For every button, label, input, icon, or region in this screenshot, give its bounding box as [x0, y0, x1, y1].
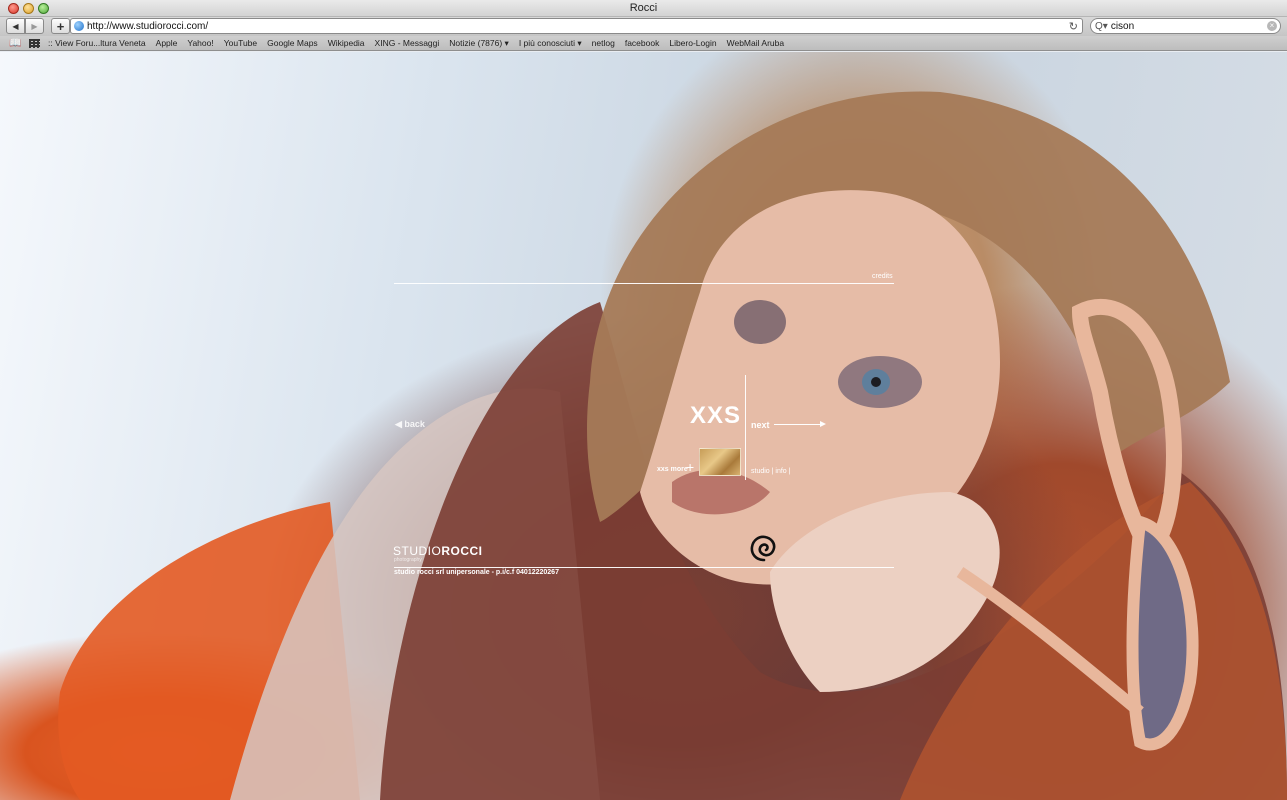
top-rule: [394, 283, 894, 284]
bookmark-item[interactable]: Google Maps: [267, 38, 318, 49]
more-link[interactable]: xxs more: [657, 466, 688, 473]
bookmark-item[interactable]: Libero-Login: [669, 38, 716, 49]
reload-icon[interactable]: ↻: [1069, 20, 1078, 33]
window-titlebar: Rocci: [0, 0, 1287, 17]
bookmark-item[interactable]: Notizie (7876) ▾: [449, 38, 509, 49]
next-arrow-icon[interactable]: [774, 421, 826, 427]
bookmark-item[interactable]: YouTube: [224, 38, 257, 49]
next-link[interactable]: next: [751, 420, 770, 430]
legal-text: studio rocci srl unipersonale - p.i/c.f …: [394, 569, 559, 576]
collection-thumbnail[interactable]: [699, 448, 741, 476]
brand-logo-part1: STUDIO: [393, 544, 442, 558]
search-input[interactable]: cison: [1111, 21, 1134, 32]
bookmark-list: :: View Foru...ltura Veneta Apple Yahoo!…: [48, 38, 794, 49]
hero-photo: [58, 91, 1287, 800]
bookmark-item[interactable]: :: View Foru...ltura Veneta: [48, 38, 146, 49]
top-sites-grid-icon[interactable]: [29, 38, 40, 48]
bookmark-item[interactable]: Apple: [156, 38, 178, 49]
bookmarks-bar: 📖 :: View Foru...ltura Veneta Apple Yaho…: [0, 36, 1287, 51]
credits-link[interactable]: credits: [872, 273, 893, 280]
bookmark-item[interactable]: XING - Messaggi: [375, 38, 440, 49]
brand-logo-part2: ROCCI: [441, 544, 483, 558]
bottom-rule: [394, 567, 894, 568]
plus-icon[interactable]: +: [686, 460, 694, 474]
bookmark-item[interactable]: Wikipedia: [328, 38, 365, 49]
back-button[interactable]: ◀: [6, 18, 25, 34]
bookmark-item[interactable]: WebMail Aruba: [727, 38, 784, 49]
add-bookmark-button[interactable]: +: [51, 18, 70, 34]
browser-toolbar: ◀ ▶ + http://www.studiorocci.com/ ↻ Q▾ c…: [0, 17, 1287, 36]
brand-subtitle: photography: [394, 557, 422, 563]
bookmarks-book-icon[interactable]: 📖: [9, 38, 23, 49]
studio-info-links[interactable]: studio | info |: [751, 468, 790, 475]
brand-logo: STUDIOROCCI: [393, 544, 483, 558]
address-bar[interactable]: http://www.studiorocci.com/ ↻: [70, 18, 1083, 34]
page-content: credits ◀ back XXS next xxs more + studi…: [0, 52, 1287, 800]
section-title: XXS: [690, 402, 742, 429]
bookmark-item[interactable]: Yahoo!: [187, 38, 213, 49]
url-input[interactable]: http://www.studiorocci.com/: [87, 21, 208, 32]
forward-button[interactable]: ▶: [25, 18, 44, 34]
vertical-divider: [745, 375, 746, 480]
bookmark-item[interactable]: facebook: [625, 38, 660, 49]
search-field[interactable]: Q▾ cison ×: [1090, 18, 1281, 34]
search-icon[interactable]: Q▾: [1095, 21, 1108, 32]
clear-search-icon[interactable]: ×: [1267, 21, 1277, 31]
swirl-logo-icon: [750, 535, 776, 562]
back-link[interactable]: ◀ back: [395, 419, 425, 430]
window-title: Rocci: [629, 2, 658, 14]
bookmark-item[interactable]: netlog: [592, 38, 615, 49]
globe-icon: [74, 21, 84, 31]
bookmark-item[interactable]: I più conosciuti ▾: [519, 38, 582, 49]
